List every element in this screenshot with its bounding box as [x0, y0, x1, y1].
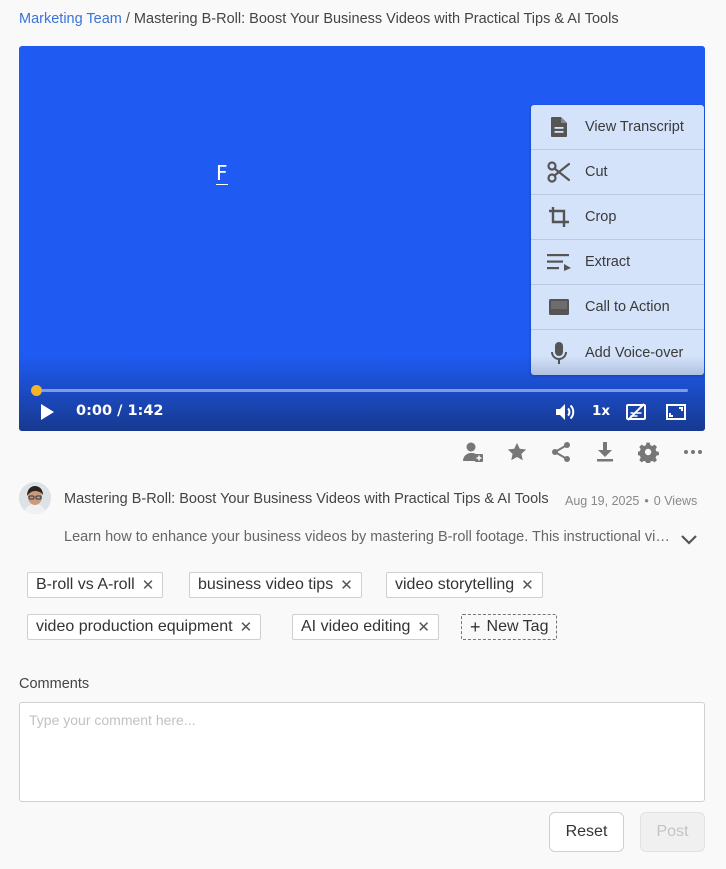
tag-label: video storytelling: [395, 576, 515, 593]
more-icon[interactable]: [681, 440, 705, 464]
star-icon[interactable]: [505, 440, 529, 464]
video-options-menu: View Transcript Cut Crop Extract Call to…: [531, 105, 704, 375]
breadcrumb-current: Mastering B-Roll: Boost Your Business Vi…: [133, 11, 619, 27]
tag: B-roll vs A-roll ✕: [27, 572, 164, 598]
time-display: 0:00 / 1:42: [76, 403, 164, 419]
add-user-icon[interactable]: [461, 440, 485, 464]
tag-label: B-roll vs A-roll: [36, 576, 135, 593]
volume-icon[interactable]: [555, 401, 577, 423]
reset-button[interactable]: Reset: [549, 812, 624, 852]
tag: video production equipment ✕: [27, 614, 262, 640]
download-icon[interactable]: [593, 440, 617, 464]
menu-item-view-transcript[interactable]: View Transcript: [531, 105, 704, 150]
tag-label: business video tips: [198, 576, 334, 593]
video-title: Mastering B-Roll: Boost Your Business Vi…: [64, 491, 549, 507]
settings-icon[interactable]: [637, 440, 661, 464]
crop-icon: [546, 204, 572, 230]
avatar[interactable]: [19, 482, 51, 514]
meta-separator: •: [644, 494, 649, 508]
progress-thumb[interactable]: [31, 385, 42, 396]
document-icon: [546, 114, 572, 140]
extract-icon: [546, 249, 572, 275]
breadcrumb-parent-link[interactable]: Marketing Team: [19, 11, 122, 27]
new-tag-button[interactable]: + New Tag: [461, 614, 558, 640]
comment-input[interactable]: [19, 702, 705, 802]
menu-item-label: Extract: [585, 254, 631, 270]
play-icon[interactable]: [38, 402, 56, 422]
menu-item-label: Crop: [585, 209, 617, 225]
progress-bar[interactable]: [31, 385, 688, 396]
menu-item-call-to-action[interactable]: Call to Action: [531, 285, 704, 330]
remove-tag-icon[interactable]: ✕: [240, 618, 253, 636]
post-button[interactable]: Post: [640, 812, 705, 852]
menu-item-cut[interactable]: Cut: [531, 150, 704, 195]
menu-item-label: Cut: [585, 164, 608, 180]
plus-icon: +: [470, 616, 481, 637]
remove-tag-icon[interactable]: ✕: [417, 618, 430, 636]
video-description: Learn how to enhance your business video…: [64, 529, 674, 545]
breadcrumb: Marketing Team / Mastering B-Roll: Boost Y…: [19, 11, 619, 27]
remove-tag-icon[interactable]: ✕: [521, 576, 534, 594]
tag: AI video editing ✕: [292, 614, 439, 640]
menu-item-extract[interactable]: Extract: [531, 240, 704, 285]
video-player[interactable]: F View Transcript Cut Crop Extract Call …: [19, 46, 705, 431]
remove-tag-icon[interactable]: ✕: [340, 576, 353, 594]
captions-off-icon[interactable]: [625, 401, 647, 423]
video-meta: Aug 19, 2025 • 0 Views: [565, 494, 697, 508]
call-to-action-icon: [546, 294, 572, 320]
tag-label: AI video editing: [301, 618, 411, 635]
tag-label: video production equipment: [36, 618, 233, 635]
playback-speed-button[interactable]: 1x: [592, 403, 610, 419]
menu-item-label: View Transcript: [585, 119, 684, 135]
chevron-down-icon[interactable]: [678, 528, 700, 550]
tag: video storytelling ✕: [386, 572, 543, 598]
menu-item-label: Call to Action: [585, 299, 670, 315]
video-views: 0 Views: [653, 494, 698, 508]
player-controls: 0:00 / 1:42 1x: [19, 400, 705, 424]
comments-label: Comments: [19, 676, 90, 692]
video-date: Aug 19, 2025: [565, 494, 640, 508]
remove-tag-icon[interactable]: ✕: [142, 576, 155, 594]
scissors-icon: [546, 159, 572, 185]
share-icon[interactable]: [549, 440, 573, 464]
fullscreen-icon[interactable]: [665, 401, 687, 423]
video-frame-text: F: [216, 161, 228, 185]
tag: business video tips ✕: [189, 572, 362, 598]
breadcrumb-separator: /: [125, 11, 130, 27]
menu-item-crop[interactable]: Crop: [531, 195, 704, 240]
new-tag-label: New Tag: [486, 618, 549, 635]
